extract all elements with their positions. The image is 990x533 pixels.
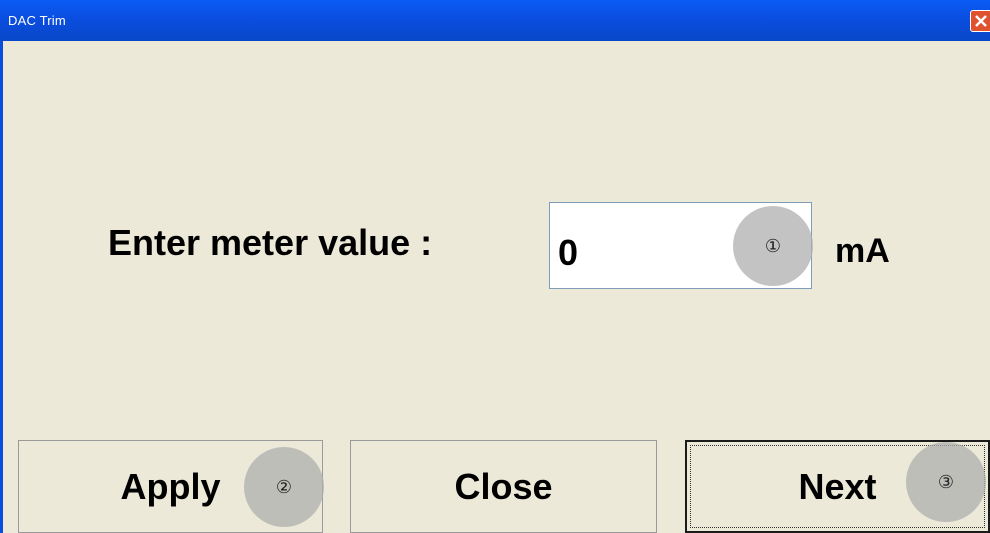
unit-label: mA bbox=[835, 232, 890, 270]
meter-value-label: Enter meter value : bbox=[108, 222, 433, 263]
window-left-border bbox=[0, 41, 3, 533]
step-marker-3: ③ bbox=[906, 442, 986, 522]
window-title: DAC Trim bbox=[8, 13, 66, 28]
step-marker-2: ② bbox=[244, 447, 324, 527]
title-bar[interactable]: DAC Trim bbox=[0, 0, 990, 41]
dac-trim-dialog: DAC Trim Enter meter value : ① mA Apply … bbox=[0, 0, 990, 533]
close-icon bbox=[975, 15, 987, 27]
close-button[interactable]: Close bbox=[350, 440, 657, 533]
step-marker-1: ① bbox=[733, 206, 813, 286]
window-close-button[interactable] bbox=[970, 10, 990, 32]
